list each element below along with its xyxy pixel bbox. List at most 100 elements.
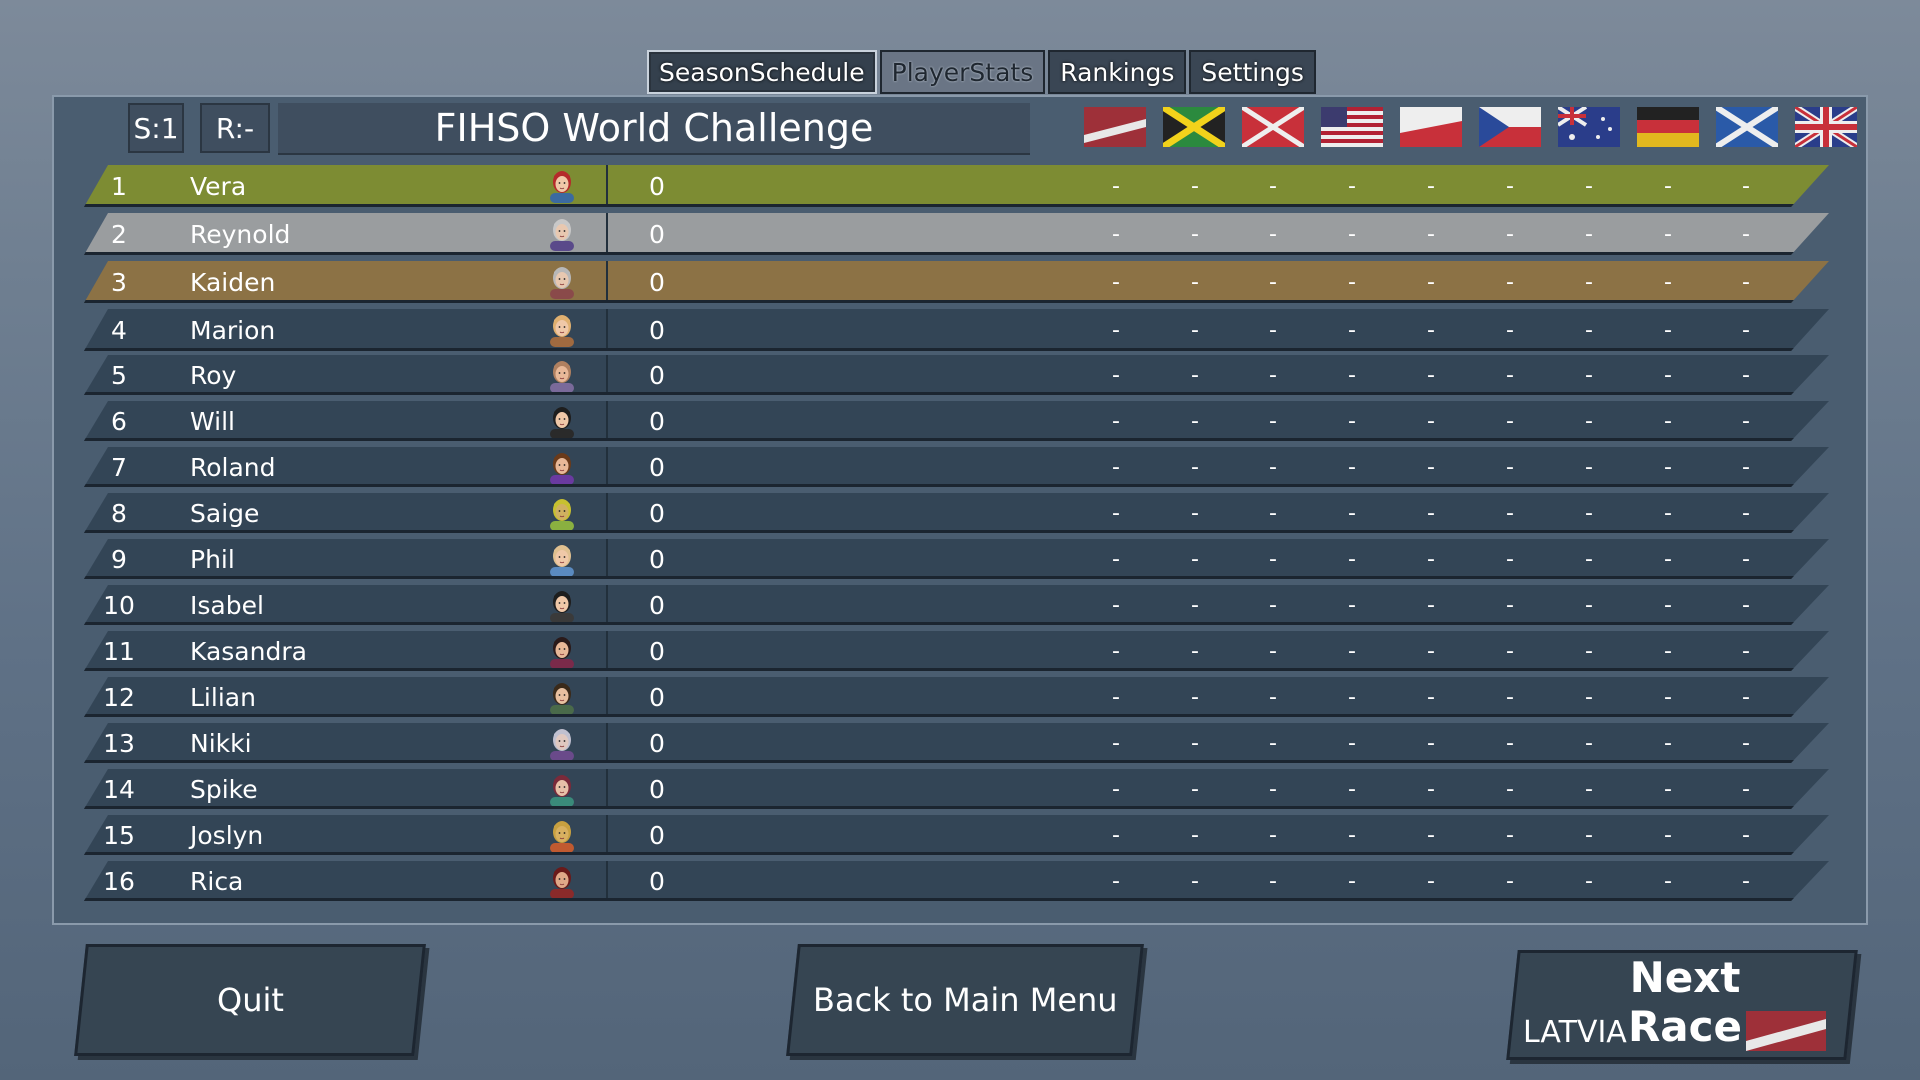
standings-row[interactable]: 12 Lilian 0 - - - - - - - - - - (84, 677, 1829, 717)
race-result: - (1742, 173, 1750, 199)
race-result: - (1664, 638, 1672, 664)
race-result: - (1269, 684, 1277, 710)
race-result: - (1427, 362, 1435, 388)
standings-row[interactable]: 14 Spike 0 - - - - - - - - - - (84, 769, 1829, 809)
avatar-icon (544, 771, 580, 807)
tab-settings[interactable]: Settings (1189, 50, 1316, 94)
avatar-icon (544, 725, 580, 761)
race-result: - (1585, 730, 1593, 756)
back-button-label: Back to Main Menu (812, 981, 1118, 1019)
column-divider (606, 677, 608, 717)
standings-row[interactable]: 13 Nikki 0 - - - - - - - - - - (84, 723, 1829, 763)
race-result: - (1191, 638, 1199, 664)
standings-row[interactable]: 4 Marion 0 - - - - - - - - - - (84, 309, 1829, 351)
red-cross-flag-icon[interactable] (1242, 107, 1304, 147)
race-result: - (1191, 173, 1199, 199)
czech-flag-icon[interactable] (1479, 107, 1541, 147)
race-result: - (1742, 730, 1750, 756)
player-name: Kasandra (190, 636, 307, 666)
next-race-country: LATVIA (1523, 1015, 1627, 1050)
scotland-flag-icon[interactable] (1716, 107, 1778, 147)
tab-player-stats[interactable]: PlayerStats (879, 50, 1046, 94)
race-result: - (1821, 408, 1829, 434)
standings-row[interactable]: 11 Kasandra 0 - - - - - - - - - - (84, 631, 1829, 671)
race-result: - (1112, 868, 1120, 894)
standings-row[interactable]: 5 Roy 0 - - - - - - - - - - (84, 355, 1829, 395)
back-to-main-menu-button[interactable]: Back to Main Menu (786, 944, 1144, 1056)
player-name: Rica (190, 866, 244, 896)
race-result: - (1821, 822, 1829, 848)
player-score: 0 (649, 544, 665, 574)
standings-row[interactable]: 2 Reynold 0 - - - - - - - - - - (84, 213, 1829, 255)
column-divider (606, 309, 608, 351)
standings-row[interactable]: 1 Vera 0 - - - - - - - - - - (84, 165, 1829, 207)
player-name: Lilian (190, 682, 256, 712)
position-number: 4 (111, 315, 127, 345)
standings-row[interactable]: 6 Will 0 - - - - - - - - - - (84, 401, 1829, 441)
position-number: 15 (103, 820, 135, 850)
race-result: - (1821, 592, 1829, 618)
race-result: - (1585, 173, 1593, 199)
standings-row[interactable]: 3 Kaiden 0 - - - - - - - - - - (84, 261, 1829, 303)
player-score: 0 (649, 360, 665, 390)
race-result: - (1269, 173, 1277, 199)
tab-rankings[interactable]: Rankings (1048, 50, 1187, 94)
avatar-icon (544, 863, 580, 899)
race-result: - (1664, 546, 1672, 572)
position-number: 9 (111, 544, 127, 574)
race-result: - (1269, 730, 1277, 756)
avatar-icon (544, 587, 580, 623)
race-result: - (1821, 500, 1829, 526)
avatar-icon (544, 357, 580, 393)
standings-row[interactable]: 8 Saige 0 - - - - - - - - - - (84, 493, 1829, 533)
column-divider (606, 401, 608, 441)
race-result: - (1191, 592, 1199, 618)
australia-flag-icon[interactable] (1558, 107, 1620, 147)
standings-row[interactable]: 10 Isabel 0 - - - - - - - - - - (84, 585, 1829, 625)
race-result: - (1112, 408, 1120, 434)
race-result: - (1742, 362, 1750, 388)
usa-flag-icon[interactable] (1321, 107, 1383, 147)
avatar-icon (544, 449, 580, 485)
standings-header: S:1 R:- FIHSO World Challenge (54, 97, 1866, 159)
avatar-icon (544, 633, 580, 669)
player-name: Spike (190, 774, 258, 804)
race-result: - (1348, 221, 1356, 247)
race-result: - (1348, 269, 1356, 295)
race-result: - (1821, 684, 1829, 710)
column-divider (606, 631, 608, 671)
race-result: - (1664, 362, 1672, 388)
germany-flag-icon[interactable] (1637, 107, 1699, 147)
race-result: - (1269, 868, 1277, 894)
position-number: 13 (103, 728, 135, 758)
standings-row[interactable]: 16 Rica 0 - - - - - - - - - - (84, 861, 1829, 901)
uk-flag-icon[interactable] (1795, 107, 1857, 147)
poland-flag-icon[interactable] (1400, 107, 1462, 147)
race-result: - (1506, 173, 1514, 199)
race-result: - (1585, 454, 1593, 480)
player-score: 0 (649, 636, 665, 666)
race-result: - (1191, 822, 1199, 848)
race-result: - (1348, 500, 1356, 526)
race-result: - (1742, 269, 1750, 295)
tab-season-schedule[interactable]: SeasonSchedule (647, 50, 877, 94)
race-result: - (1506, 317, 1514, 343)
player-score: 0 (649, 498, 665, 528)
race-result: - (1506, 221, 1514, 247)
latvia-flag-icon[interactable] (1084, 107, 1146, 147)
race-result: - (1742, 684, 1750, 710)
race-result: - (1348, 868, 1356, 894)
race-result: - (1348, 592, 1356, 618)
standings-row[interactable]: 7 Roland 0 - - - - - - - - - - (84, 447, 1829, 487)
race-result: - (1427, 500, 1435, 526)
quit-button[interactable]: Quit (74, 944, 426, 1056)
race-result: - (1269, 592, 1277, 618)
standings-row[interactable]: 9 Phil 0 - - - - - - - - - - (84, 539, 1829, 579)
race-result: - (1269, 408, 1277, 434)
player-score: 0 (649, 590, 665, 620)
jamaica-flag-icon[interactable] (1163, 107, 1225, 147)
race-result: - (1664, 173, 1672, 199)
standings-row[interactable]: 15 Joslyn 0 - - - - - - - - - - (84, 815, 1829, 855)
race-result: - (1742, 221, 1750, 247)
race-result: - (1506, 822, 1514, 848)
